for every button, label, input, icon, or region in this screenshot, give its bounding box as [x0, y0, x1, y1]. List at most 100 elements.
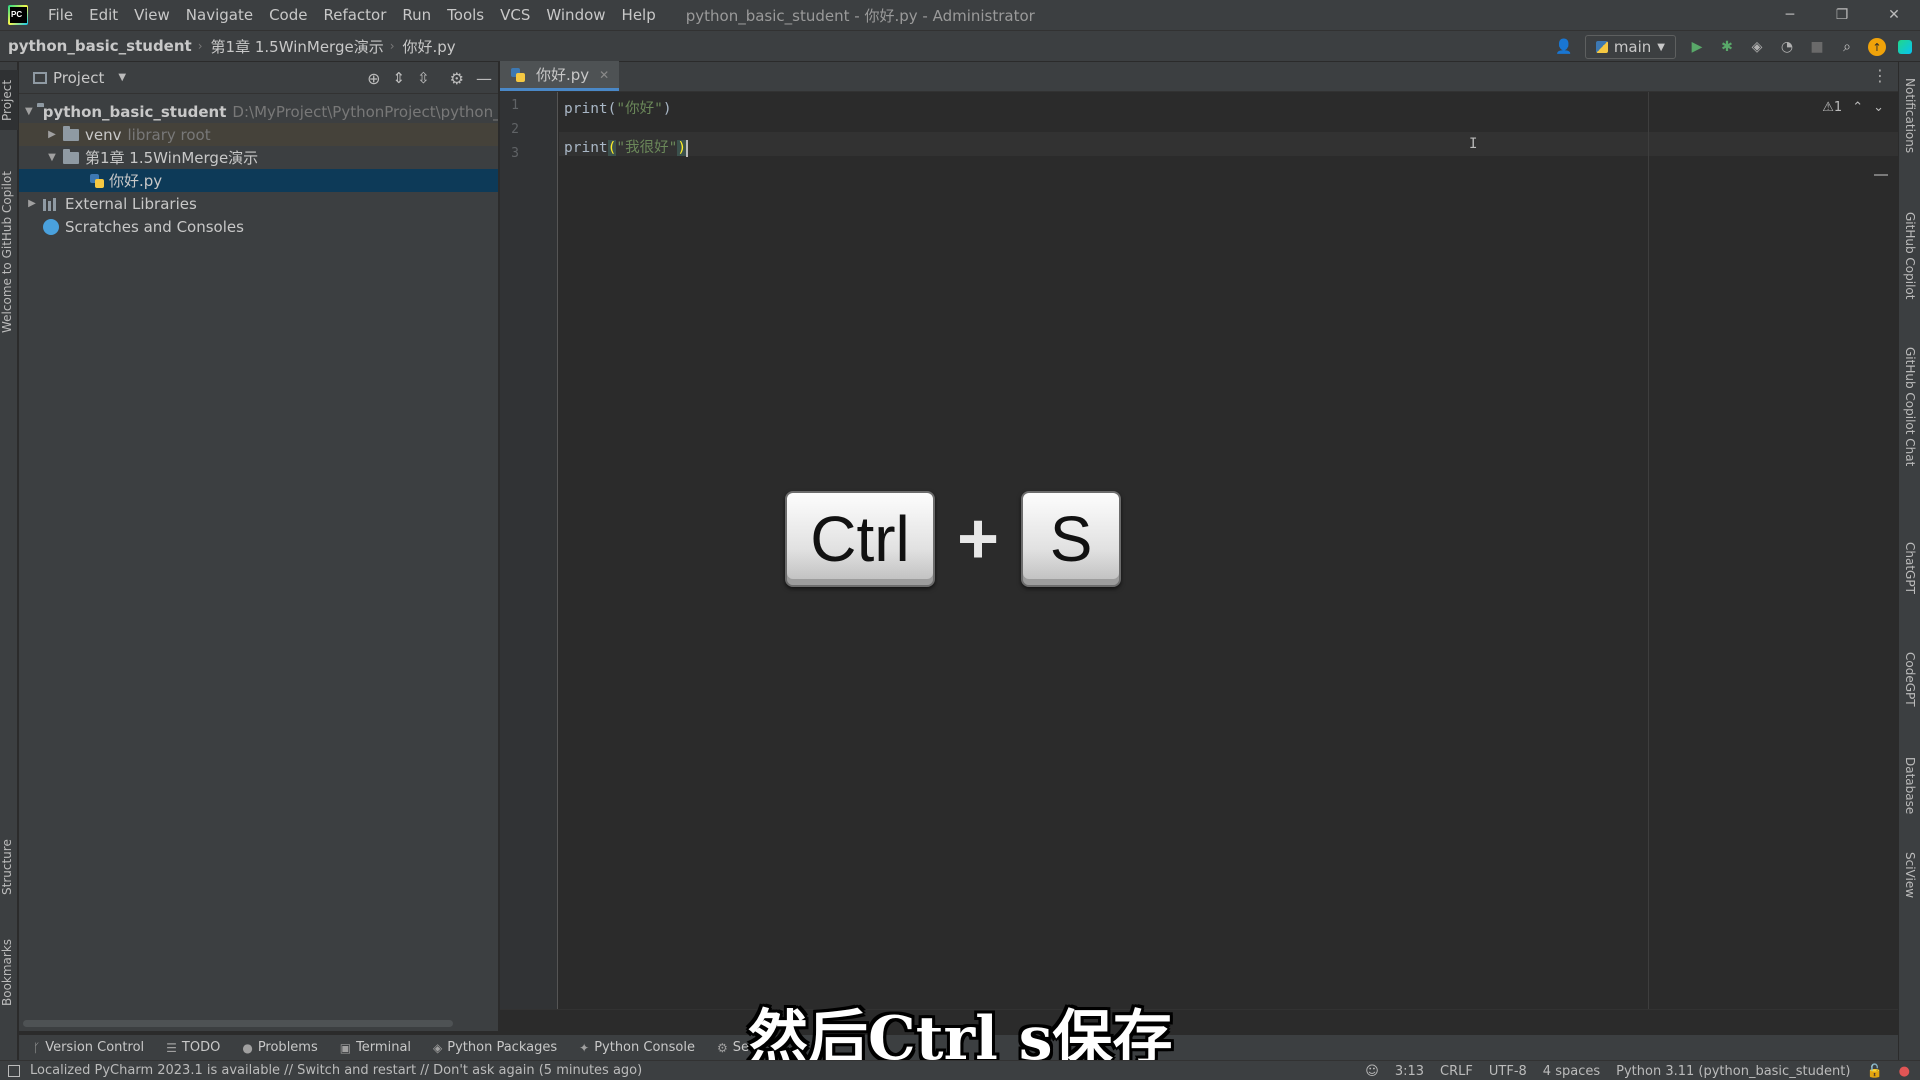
menu-help[interactable]: Help: [614, 0, 664, 30]
panel-toggle-icon[interactable]: [8, 1064, 20, 1077]
menu-edit[interactable]: Edit: [81, 0, 126, 30]
tool-tab-github-copilot-chat[interactable]: GitHub Copilot Chat: [1901, 347, 1917, 507]
run-icon[interactable]: ▶: [1688, 38, 1706, 56]
copilot-status-icon[interactable]: ☺: [1365, 1064, 1379, 1079]
breadcrumb-file[interactable]: 你好.py: [395, 36, 456, 57]
tree-item-file[interactable]: 你好.py: [19, 169, 498, 192]
tool-tab-notifications[interactable]: Notifications: [1901, 78, 1917, 168]
tree-item-root[interactable]: ▼ python_basic_student D:\MyProject\Pyth…: [19, 100, 498, 123]
tool-tab-copilot-welcome[interactable]: Welcome to GitHub Copilot: [0, 162, 18, 342]
menu-file[interactable]: File: [40, 0, 81, 30]
menu-navigate[interactable]: Navigate: [178, 0, 261, 30]
python-file-icon: [89, 173, 105, 189]
horizontal-scrollbar[interactable]: [23, 1020, 453, 1027]
tree-item-label: External Libraries: [65, 194, 197, 213]
tool-tab-todo[interactable]: ☰ TODO: [166, 1040, 220, 1055]
tool-tab-github-copilot[interactable]: GitHub Copilot: [1901, 212, 1917, 322]
run-configuration-label: main: [1613, 38, 1652, 56]
close-icon[interactable]: ✕: [599, 68, 609, 82]
coverage-icon[interactable]: ◈: [1748, 38, 1766, 56]
tree-item-scratches[interactable]: Scratches and Consoles: [19, 215, 498, 238]
run-configuration-select[interactable]: main ▼: [1584, 35, 1676, 59]
menu-window[interactable]: Window: [538, 0, 613, 30]
chevron-down-icon[interactable]: ⌄: [1873, 100, 1884, 115]
code-line-3[interactable]: print("我很好"): [564, 136, 689, 157]
menu-tools[interactable]: Tools: [439, 0, 492, 30]
tree-item-note: library root: [127, 125, 211, 144]
line-number: 1: [511, 98, 519, 113]
project-panel-tools: ⊕ ⇕ ⇳ ⚙ —: [367, 62, 492, 94]
tool-tab-structure[interactable]: Structure: [0, 832, 18, 902]
gear-icon[interactable]: ⚙: [450, 69, 464, 88]
tool-tab-bookmarks[interactable]: Bookmarks: [0, 932, 18, 1012]
tool-tab-label: Python Packages: [447, 1040, 558, 1055]
editor-tab-active[interactable]: 你好.py ✕: [500, 61, 620, 91]
tool-tab-label: Problems: [257, 1040, 318, 1055]
indent-setting[interactable]: 4 spaces: [1543, 1064, 1600, 1079]
code-line-1[interactable]: print("你好"): [564, 97, 672, 118]
right-tool-strip: Notifications GitHub Copilot GitHub Copi…: [1898, 62, 1920, 1065]
user-icon[interactable]: 👤: [1555, 38, 1573, 56]
tree-item-external-libraries[interactable]: ▶ External Libraries: [19, 192, 498, 215]
menu-refactor[interactable]: Refactor: [315, 0, 394, 30]
profile-icon[interactable]: ◔: [1778, 38, 1796, 56]
tool-tab-python-console[interactable]: ✦ Python Console: [579, 1040, 695, 1055]
menu-code[interactable]: Code: [261, 0, 315, 30]
terminal-icon: ▣: [339, 1040, 352, 1055]
folder-icon: [63, 125, 79, 141]
update-icon[interactable]: ↑: [1868, 38, 1886, 56]
jetbrains-ai-icon[interactable]: [1898, 40, 1912, 54]
tree-item-chapter-folder[interactable]: ▼ 第1章 1.5WinMerge演示: [19, 146, 498, 169]
line-number: 2: [511, 122, 519, 137]
menu-run[interactable]: Run: [394, 0, 439, 30]
python-interpreter[interactable]: Python 3.11 (python_basic_student): [1616, 1064, 1850, 1079]
tool-tab-sciview[interactable]: SciView: [1901, 852, 1917, 922]
expand-all-icon[interactable]: ⇕: [393, 69, 406, 87]
search-icon[interactable]: ⌕: [1838, 38, 1856, 56]
breadcrumb-project[interactable]: python_basic_student: [0, 37, 192, 55]
minimize-button[interactable]: ─: [1764, 0, 1816, 30]
chevron-right-icon[interactable]: ▶: [25, 198, 39, 209]
code-token: print: [564, 140, 608, 156]
close-window-button[interactable]: ✕: [1868, 0, 1920, 30]
status-message[interactable]: Localized PyCharm 2023.1 is available //…: [30, 1063, 642, 1078]
chevron-up-icon[interactable]: ⌃: [1852, 100, 1863, 115]
restore-button[interactable]: ❐: [1816, 0, 1868, 30]
chevron-down-icon[interactable]: ▼: [118, 72, 126, 83]
project-panel-title[interactable]: Project: [53, 69, 104, 87]
project-panel-header: Project ▼ ⊕ ⇕ ⇳ ⚙ —: [19, 62, 498, 94]
tree-item-venv[interactable]: ▶ venv library root: [19, 123, 498, 146]
file-encoding[interactable]: UTF-8: [1489, 1064, 1527, 1079]
menu-view[interactable]: View: [126, 0, 178, 30]
tool-tab-version-control[interactable]: ᚴ Version Control: [33, 1040, 144, 1055]
tool-tab-python-packages[interactable]: ◈ Python Packages: [433, 1040, 557, 1055]
lock-icon[interactable]: 🔓: [1866, 1064, 1882, 1079]
chevron-down-icon[interactable]: ▼: [25, 106, 33, 117]
debug-icon[interactable]: ✱: [1718, 38, 1736, 56]
chevron-right-icon[interactable]: ▶: [45, 129, 59, 140]
menu-vcs[interactable]: VCS: [492, 0, 538, 30]
line-separator[interactable]: CRLF: [1440, 1064, 1473, 1079]
tool-tab-codegpt[interactable]: CodeGPT: [1901, 652, 1917, 722]
python-icon: [1595, 41, 1608, 53]
breadcrumb-folder[interactable]: 第1章 1.5WinMerge演示: [203, 36, 384, 57]
hide-panel-icon[interactable]: —: [476, 69, 492, 88]
tool-tab-chatgpt[interactable]: ChatGPT: [1901, 542, 1917, 612]
inspection-widget[interactable]: ⚠1 ⌃ ⌄: [1822, 100, 1884, 115]
chevron-down-icon[interactable]: ▼: [45, 152, 59, 163]
code-area[interactable]: print("你好") print("我很好") I: [559, 92, 1898, 1031]
more-vertical-icon[interactable]: ⋮: [1872, 66, 1888, 85]
mouse-text-cursor-icon: I: [1469, 136, 1478, 152]
collapse-all-icon[interactable]: ⇳: [417, 69, 430, 87]
tree-item-label: 你好.py: [109, 172, 163, 190]
tool-tab-terminal[interactable]: ▣ Terminal: [340, 1040, 411, 1055]
error-indicator-icon[interactable]: ●: [1899, 1064, 1910, 1079]
tool-tab-problems[interactable]: ● Problems: [242, 1040, 317, 1055]
tool-tab-project[interactable]: Project: [0, 70, 18, 130]
keyboard-shortcut-overlay: Ctrl + S: [785, 491, 1122, 587]
tool-tab-database[interactable]: Database: [1901, 757, 1917, 837]
key-ctrl: Ctrl: [785, 491, 935, 587]
tool-tab-label: Terminal: [356, 1040, 412, 1055]
locate-file-icon[interactable]: ⊕: [367, 69, 380, 88]
caret-position[interactable]: 3:13: [1395, 1064, 1424, 1079]
